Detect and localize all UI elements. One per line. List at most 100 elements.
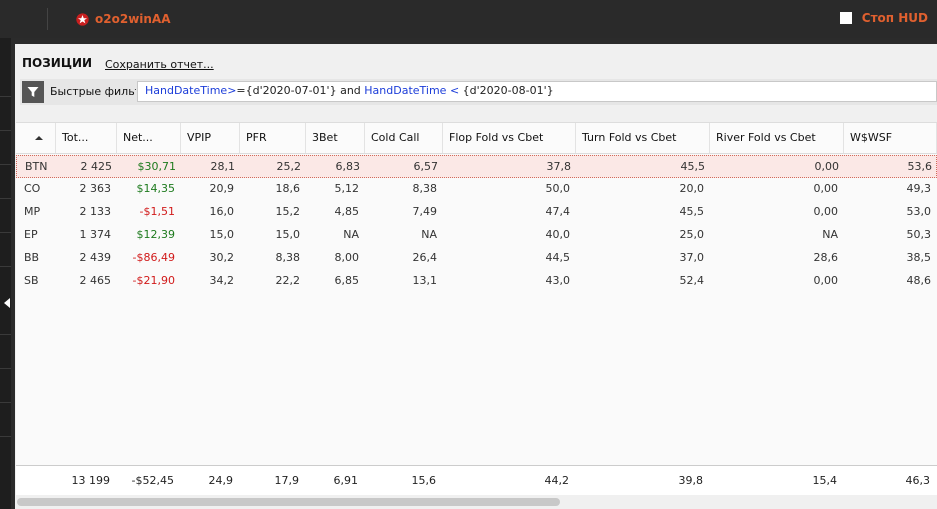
cell-pfr: 25,2 xyxy=(276,160,302,173)
cell-cold-call: NA xyxy=(421,228,437,241)
cell-flop-fold-vs-cbet: 44,5 xyxy=(545,251,571,264)
table-row[interactable]: MP 2 133 -$1,51 16,0 15,2 4,85 7,49 47,4 45,5 0,0… xyxy=(16,201,937,224)
column-header-cold-call[interactable]: Cold Call xyxy=(365,123,443,153)
cell-flop-fold-vs-cbet: 43,0 xyxy=(545,274,571,287)
cell-position: MP xyxy=(24,205,41,218)
cell-3bet: 4,85 xyxy=(334,205,360,218)
cell-total-hands: 2 133 xyxy=(79,205,112,218)
cell-pfr: 15,0 xyxy=(275,228,301,241)
stats-table: Tot... Net... VPIP PFR 3Bet Cold Call Flop Fol… xyxy=(16,122,937,466)
gutter-divider xyxy=(0,96,11,97)
filter-value: {d'2020-08-01'} xyxy=(462,84,554,97)
gutter-divider xyxy=(0,334,11,335)
table-header: Tot... Net... VPIP PFR 3Bet Cold Call Flop Fol… xyxy=(16,123,937,154)
total-turn-fold-vs-cbet: 39,8 xyxy=(678,474,704,487)
funnel-icon xyxy=(27,87,39,97)
cell-river-fold-vs-cbet: 0,00 xyxy=(814,160,840,173)
column-header-3bet[interactable]: 3Bet xyxy=(306,123,365,153)
scrollbar-thumb[interactable] xyxy=(17,498,560,506)
brand-label: o2o2winAA xyxy=(95,12,171,26)
cell-flop-fold-vs-cbet: 47,4 xyxy=(545,205,571,218)
filter-value: ={d'2020-07-01'} and xyxy=(236,84,365,97)
cell-pfr: 15,2 xyxy=(275,205,301,218)
cell-turn-fold-vs-cbet: 37,0 xyxy=(679,251,705,264)
title-bar: o2o2winAA Стоп HUD xyxy=(0,0,937,38)
cell-position: EP xyxy=(24,228,38,241)
total-3bet: 6,91 xyxy=(333,474,359,487)
table-row[interactable]: SB 2 465 -$21,90 34,2 22,2 6,85 13,1 43,0 52,4 0,… xyxy=(16,270,937,293)
cell-3bet: 8,00 xyxy=(334,251,360,264)
cell-turn-fold-vs-cbet: 20,0 xyxy=(679,182,705,195)
cell-net-won: $30,71 xyxy=(137,160,177,173)
cell-net-won: -$86,49 xyxy=(132,251,175,264)
pokerstars-star-icon xyxy=(76,12,89,26)
account-brand[interactable]: o2o2winAA xyxy=(76,10,171,28)
cell-turn-fold-vs-cbet: 45,5 xyxy=(679,205,705,218)
cell-vpip: 15,0 xyxy=(209,228,235,241)
cell-wwsf: 53,0 xyxy=(906,205,932,218)
gutter-divider xyxy=(0,266,11,267)
column-header-river-fold-vs-cbet[interactable]: River Fold vs Cbet xyxy=(710,123,844,153)
cell-pfr: 22,2 xyxy=(275,274,301,287)
cell-river-fold-vs-cbet: 0,00 xyxy=(813,182,839,195)
total-net-won: -$52,45 xyxy=(131,474,174,487)
total-wwsf: 46,3 xyxy=(905,474,931,487)
filter-operator: < xyxy=(446,84,463,97)
cell-vpip: 34,2 xyxy=(209,274,235,287)
cell-net-won: $12,39 xyxy=(136,228,176,241)
column-header-net-won[interactable]: Net... xyxy=(117,123,181,153)
cell-net-won: -$1,51 xyxy=(139,205,175,218)
cell-3bet: 6,85 xyxy=(334,274,360,287)
cell-3bet: 5,12 xyxy=(334,182,360,195)
table-row[interactable]: CO 2 363 $14,35 20,9 18,6 5,12 8,38 50,0 20,0 0,0… xyxy=(16,178,937,201)
cell-river-fold-vs-cbet: 0,00 xyxy=(813,205,839,218)
stop-hud-checkbox[interactable] xyxy=(839,12,852,24)
table-row[interactable]: BTN 2 425 $30,71 28,1 25,2 6,83 6,57 37,8 45,5 0,… xyxy=(16,155,937,178)
column-header-turn-fold-vs-cbet[interactable]: Turn Fold vs Cbet xyxy=(576,123,710,153)
cell-position: BB xyxy=(24,251,40,264)
gutter-divider xyxy=(0,198,11,199)
cell-3bet: NA xyxy=(343,228,359,241)
cell-vpip: 30,2 xyxy=(209,251,235,264)
stop-hud-toggle[interactable]: Стоп HUD xyxy=(839,11,928,25)
column-header-pfr[interactable]: PFR xyxy=(240,123,306,153)
cell-vpip: 16,0 xyxy=(209,205,235,218)
cell-total-hands: 2 363 xyxy=(79,182,112,195)
column-header-total-hands[interactable]: Tot... xyxy=(56,123,117,153)
collapse-arrow-icon[interactable] xyxy=(4,298,10,308)
cell-position: SB xyxy=(24,274,39,287)
column-header-flop-fold-vs-cbet[interactable]: Flop Fold vs Cbet xyxy=(443,123,576,153)
cell-wwsf: 50,3 xyxy=(906,228,932,241)
totals-row: 13 199 -$52,45 24,9 17,9 6,91 15,6 44,2 39,8 15,… xyxy=(16,465,937,496)
cell-total-hands: 2 465 xyxy=(79,274,112,287)
cell-net-won: -$21,90 xyxy=(132,274,175,287)
save-report-link[interactable]: Сохранить отчет... xyxy=(105,58,214,71)
cell-total-hands: 2 425 xyxy=(80,160,113,173)
horizontal-scrollbar[interactable] xyxy=(16,495,937,509)
total-pfr: 17,9 xyxy=(274,474,300,487)
table-row[interactable]: BB 2 439 -$86,49 30,2 8,38 8,00 26,4 44,5 37,0 28… xyxy=(16,247,937,270)
title-bar-separator xyxy=(47,8,48,30)
gutter-divider xyxy=(0,232,11,233)
cell-3bet: 6,83 xyxy=(335,160,361,173)
column-header-vpip[interactable]: VPIP xyxy=(181,123,240,153)
quick-filter-input[interactable]: HandDateTime>={d'2020-07-01'} and HandDa… xyxy=(137,81,937,102)
column-header-position[interactable] xyxy=(16,123,56,153)
cell-cold-call: 13,1 xyxy=(412,274,438,287)
cell-river-fold-vs-cbet: 0,00 xyxy=(813,274,839,287)
total-river-fold-vs-cbet: 15,4 xyxy=(812,474,838,487)
total-vpip: 24,9 xyxy=(208,474,234,487)
cell-cold-call: 6,57 xyxy=(413,160,439,173)
cell-pfr: 18,6 xyxy=(275,182,301,195)
quick-filter-label: Быстрые фильт xyxy=(50,85,136,98)
cell-river-fold-vs-cbet: 28,6 xyxy=(813,251,839,264)
total-total-hands: 13 199 xyxy=(71,474,111,487)
cell-turn-fold-vs-cbet: 45,5 xyxy=(680,160,706,173)
filter-button[interactable] xyxy=(22,81,44,103)
stop-hud-label: Стоп HUD xyxy=(861,11,928,25)
column-header-wwsf[interactable]: W$WSF xyxy=(844,123,937,153)
left-gutter xyxy=(0,38,11,509)
total-flop-fold-vs-cbet: 44,2 xyxy=(544,474,570,487)
cell-pfr: 8,38 xyxy=(275,251,301,264)
table-row[interactable]: EP 1 374 $12,39 15,0 15,0 NA NA 40,0 25,0 NA 50,3 xyxy=(16,224,937,247)
